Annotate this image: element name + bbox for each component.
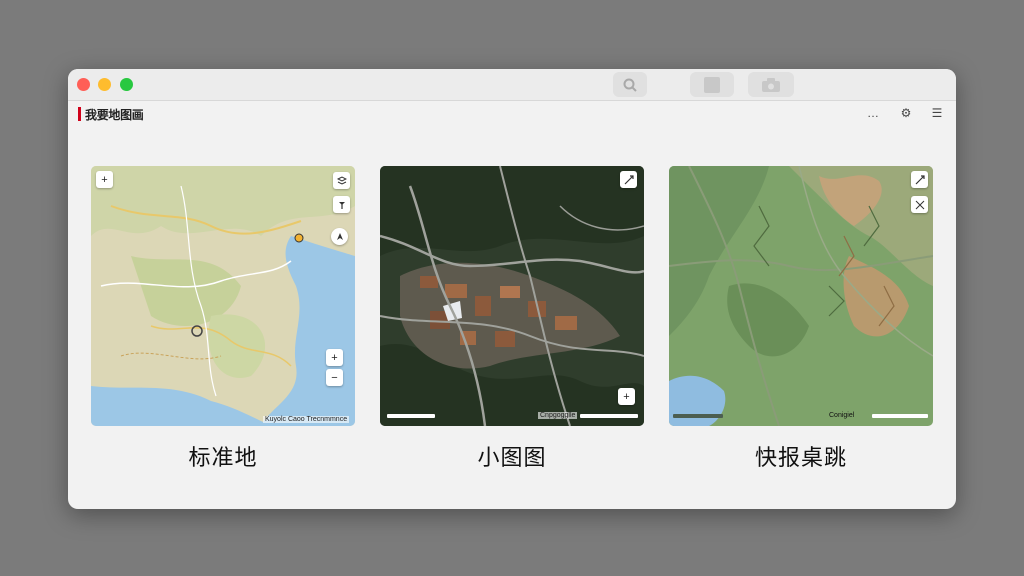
- app-window: 我要地图画 … ⚙ ☰ + + − Kuyolc Caoo Trecnmmnce…: [68, 69, 956, 509]
- layers-icon: [336, 175, 347, 186]
- square-button[interactable]: [690, 72, 734, 97]
- toolbar: 我要地图画 … ⚙ ☰: [68, 100, 956, 128]
- zoom-out-button[interactable]: −: [326, 369, 343, 386]
- scale-bar: [673, 414, 723, 418]
- magnifier-button[interactable]: [613, 72, 647, 97]
- plus-icon: +: [101, 173, 108, 186]
- more-button[interactable]: …: [865, 105, 881, 121]
- map-caption-satellite: 小图图: [477, 445, 547, 470]
- layers-button[interactable]: [333, 172, 350, 189]
- add-button[interactable]: +: [618, 388, 635, 405]
- scale-bar-right: [872, 414, 928, 418]
- plus-icon: +: [623, 390, 630, 403]
- map-card-terrain[interactable]: Conigiel: [669, 166, 933, 426]
- list-button[interactable]: ☰: [929, 105, 945, 121]
- map-caption-standard: 标准地: [188, 445, 258, 470]
- title-bar: [68, 69, 956, 101]
- compass-button[interactable]: [331, 228, 348, 245]
- map-card-standard[interactable]: + + − Kuyolc Caoo Trecnmmnce: [91, 166, 355, 426]
- more-icon: …: [867, 106, 879, 120]
- map-caption-terrain: 快报桌跳: [754, 445, 847, 470]
- scale-bar-right: [580, 414, 638, 418]
- fullscreen-icon: [915, 174, 925, 185]
- minimize-button[interactable]: [98, 78, 111, 91]
- map-attribution: Cnpgogglle: [538, 412, 578, 419]
- satellite-map-image: [380, 166, 644, 426]
- camera-button[interactable]: [748, 72, 794, 97]
- standard-map-image: [91, 166, 355, 426]
- zoom-in-button[interactable]: +: [326, 349, 343, 366]
- accent-bar: [78, 107, 81, 121]
- fullscreen-icon: [624, 174, 634, 185]
- settings-button[interactable]: ⚙: [898, 105, 914, 121]
- settings-icon: ⚙: [900, 106, 912, 120]
- app-title: 我要地图画: [85, 108, 144, 122]
- square-icon: [702, 76, 722, 94]
- collapse-icon: [915, 200, 925, 210]
- collapse-button[interactable]: [911, 196, 928, 213]
- map-attribution: Conigiel: [829, 412, 855, 419]
- magnifier-icon: [622, 77, 638, 93]
- add-button[interactable]: +: [96, 171, 113, 188]
- fullscreen-button[interactable]: [620, 171, 637, 188]
- zoom-in-icon: +: [331, 351, 338, 364]
- terrain-map-image: [669, 166, 933, 426]
- pin-icon: [337, 200, 347, 210]
- pin-button[interactable]: [333, 196, 350, 213]
- map-attribution: Kuyolc Caoo Trecnmmnce: [263, 416, 350, 423]
- fullscreen-button[interactable]: [911, 171, 928, 188]
- camera-icon: [761, 77, 781, 93]
- map-card-satellite[interactable]: + Cnpgogglle: [380, 166, 644, 426]
- compass-icon: [335, 232, 345, 242]
- scale-bar: [387, 414, 435, 418]
- close-button[interactable]: [77, 78, 90, 91]
- list-icon: ☰: [931, 106, 943, 120]
- maximize-button[interactable]: [120, 78, 133, 91]
- zoom-out-icon: −: [331, 371, 338, 384]
